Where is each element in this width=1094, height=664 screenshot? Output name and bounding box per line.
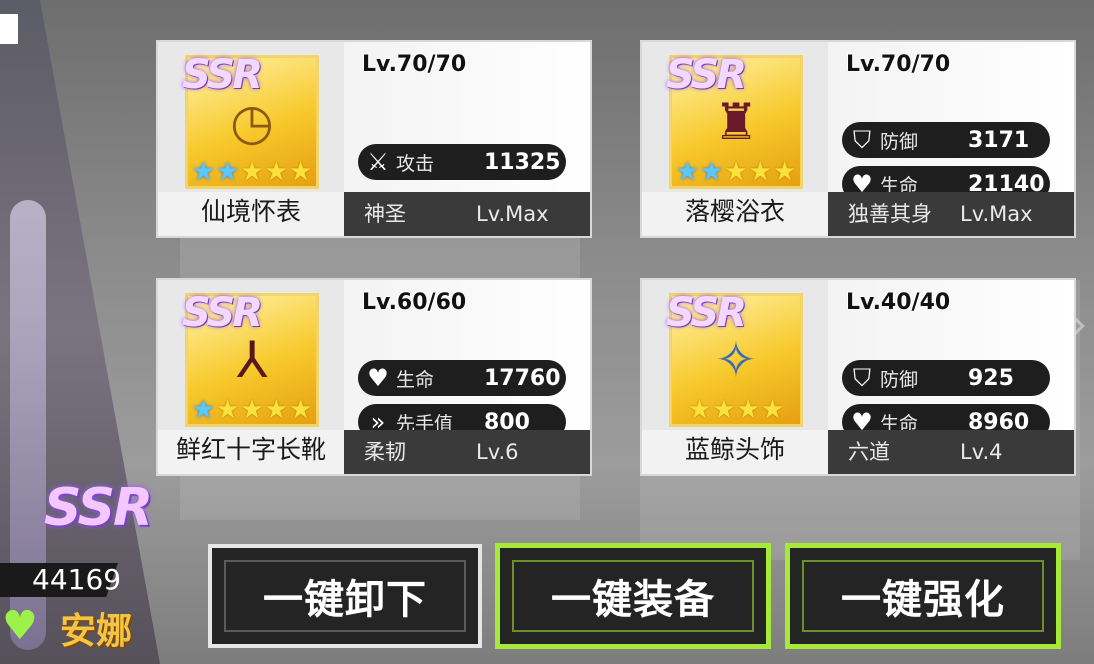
shield-icon: ⛉ xyxy=(853,364,871,392)
equipment-card[interactable]: ◷ SSR ★ ★ ★ ★ ★ 仙境怀表 Lv.70/70 ⚔ 攻击 11325 神圣 … xyxy=(158,42,590,236)
item-trait-bar: 独善其身 Lv.Max xyxy=(828,192,1074,236)
star-icon: ★ xyxy=(748,157,772,187)
shield-icon: ⛉ xyxy=(853,126,871,154)
item-trait-bar: 柔韧 Lv.6 xyxy=(344,430,590,474)
item-name: 仙境怀表 xyxy=(158,192,344,236)
item-info: Lv.40/40 ⛉ 防御 925 ♥ 生命 8960 xyxy=(828,280,1074,440)
unequip-all-button[interactable]: 一键卸下 xyxy=(212,548,478,644)
stat-name: 防御 xyxy=(880,130,919,153)
enhance-all-label: 一键强化 xyxy=(841,577,1005,623)
star-icon: ★ xyxy=(264,157,288,187)
stat-value: 17760 xyxy=(484,365,561,391)
crossed-swords-icon: ⚔ xyxy=(367,148,389,176)
trait-name: 神圣 xyxy=(364,202,406,226)
trait-name: 独善其身 xyxy=(848,202,932,226)
item-trait-bar: 神圣 Lv.Max xyxy=(344,192,590,236)
star-icon: ★ xyxy=(240,395,264,425)
enhance-all-button[interactable]: 一键强化 xyxy=(790,548,1056,644)
star-rating: ★ ★ ★ ★ ★ xyxy=(188,396,316,424)
equipment-card[interactable]: ♜ SSR ★ ★ ★ ★ ★ 落樱浴衣 Lv.70/70 ⛉ 防御 3171 ♥ 生命… xyxy=(642,42,1074,236)
item-level: Lv.60/60 xyxy=(362,290,467,315)
star-icon: ★ xyxy=(191,157,216,187)
character-power: 44169 xyxy=(32,563,122,596)
star-icon: ★ xyxy=(724,157,748,187)
star-icon: ★ xyxy=(760,395,785,425)
rarity-badge: SSR xyxy=(666,52,747,98)
stat-name: 攻击 xyxy=(396,152,435,175)
top-corner-deco xyxy=(0,14,18,44)
star-icon: ★ xyxy=(675,157,700,187)
item-info: Lv.60/60 ♥ 生命 17760 » 先手值 800 xyxy=(344,280,590,440)
item-name: 蓝鲸头饰 xyxy=(642,430,828,474)
item-level: Lv.70/70 xyxy=(846,52,951,77)
stat-pill: ⚔ 攻击 11325 xyxy=(358,144,566,180)
star-icon: ★ xyxy=(288,157,313,187)
star-icon: ★ xyxy=(216,157,240,187)
stat-pill: ⛉ 防御 925 xyxy=(842,360,1050,396)
star-rating: ★ ★ ★ ★ ★ xyxy=(672,158,800,186)
star-rating: ★ ★ ★ ★ ★ xyxy=(188,158,316,186)
star-icon: ★ xyxy=(264,395,288,425)
stat-value: 11325 xyxy=(484,149,561,175)
rarity-badge: SSR xyxy=(182,290,263,336)
rarity-badge: SSR xyxy=(666,290,747,336)
item-art-column: ◷ SSR ★ ★ ★ ★ ★ 仙境怀表 xyxy=(158,42,344,236)
star-icon: ★ xyxy=(191,395,216,425)
trait-name: 柔韧 xyxy=(364,440,406,464)
trait-level: Lv.Max xyxy=(960,202,1033,226)
trait-level: Lv.6 xyxy=(476,440,519,464)
rarity-badge: SSR xyxy=(182,52,263,98)
item-name: 落樱浴衣 xyxy=(642,192,828,236)
star-rating: ★ ★ ★ ★ xyxy=(672,396,800,424)
equipment-card[interactable]: ⅄ SSR ★ ★ ★ ★ ★ 鲜红十字长靴 Lv.60/60 ♥ 生命 17760 »… xyxy=(158,280,590,474)
equipment-card[interactable]: ✧ SSR ★ ★ ★ ★ 蓝鲸头饰 Lv.40/40 ⛉ 防御 925 ♥ 生命 8… xyxy=(642,280,1074,474)
stat-pill: ⛉ 防御 3171 xyxy=(842,122,1050,158)
item-level: Lv.70/70 xyxy=(362,52,467,77)
star-icon: ★ xyxy=(216,395,240,425)
stat-value: 925 xyxy=(968,365,1014,391)
item-name: 鲜红十字长靴 xyxy=(158,430,344,474)
stat-value: 3171 xyxy=(968,127,1030,153)
character-name: 安娜 xyxy=(60,611,133,652)
item-art-column: ✧ SSR ★ ★ ★ ★ 蓝鲸头饰 xyxy=(642,280,828,474)
item-info: Lv.70/70 ⛉ 防御 3171 ♥ 生命 21140 xyxy=(828,42,1074,202)
star-icon: ★ xyxy=(687,395,712,425)
stat-pill: ♥ 生命 17760 xyxy=(358,360,566,396)
item-level: Lv.40/40 xyxy=(846,290,951,315)
heart-wings-icon: ♥ xyxy=(2,603,38,649)
stat-name: 防御 xyxy=(880,368,919,391)
star-icon: ★ xyxy=(736,395,760,425)
heart-icon: ♥ xyxy=(367,364,389,392)
equip-all-label: 一键装备 xyxy=(551,577,715,623)
item-info: Lv.70/70 ⚔ 攻击 11325 xyxy=(344,42,590,192)
trait-level: Lv.4 xyxy=(960,440,1003,464)
unequip-all-label: 一键卸下 xyxy=(263,577,427,623)
trait-level: Lv.Max xyxy=(476,202,549,226)
trait-name: 六道 xyxy=(848,440,890,464)
star-icon: ★ xyxy=(700,157,724,187)
item-art-column: ♜ SSR ★ ★ ★ ★ ★ 落樱浴衣 xyxy=(642,42,828,236)
star-icon: ★ xyxy=(712,395,736,425)
equip-all-button[interactable]: 一键装备 xyxy=(500,548,766,644)
stat-name: 生命 xyxy=(396,368,435,391)
item-art-column: ⅄ SSR ★ ★ ★ ★ ★ 鲜红十字长靴 xyxy=(158,280,344,474)
star-icon: ★ xyxy=(288,395,313,425)
item-trait-bar: 六道 Lv.4 xyxy=(828,430,1074,474)
character-rarity: SSR xyxy=(44,478,153,538)
star-icon: ★ xyxy=(772,157,797,187)
star-icon: ★ xyxy=(240,157,264,187)
